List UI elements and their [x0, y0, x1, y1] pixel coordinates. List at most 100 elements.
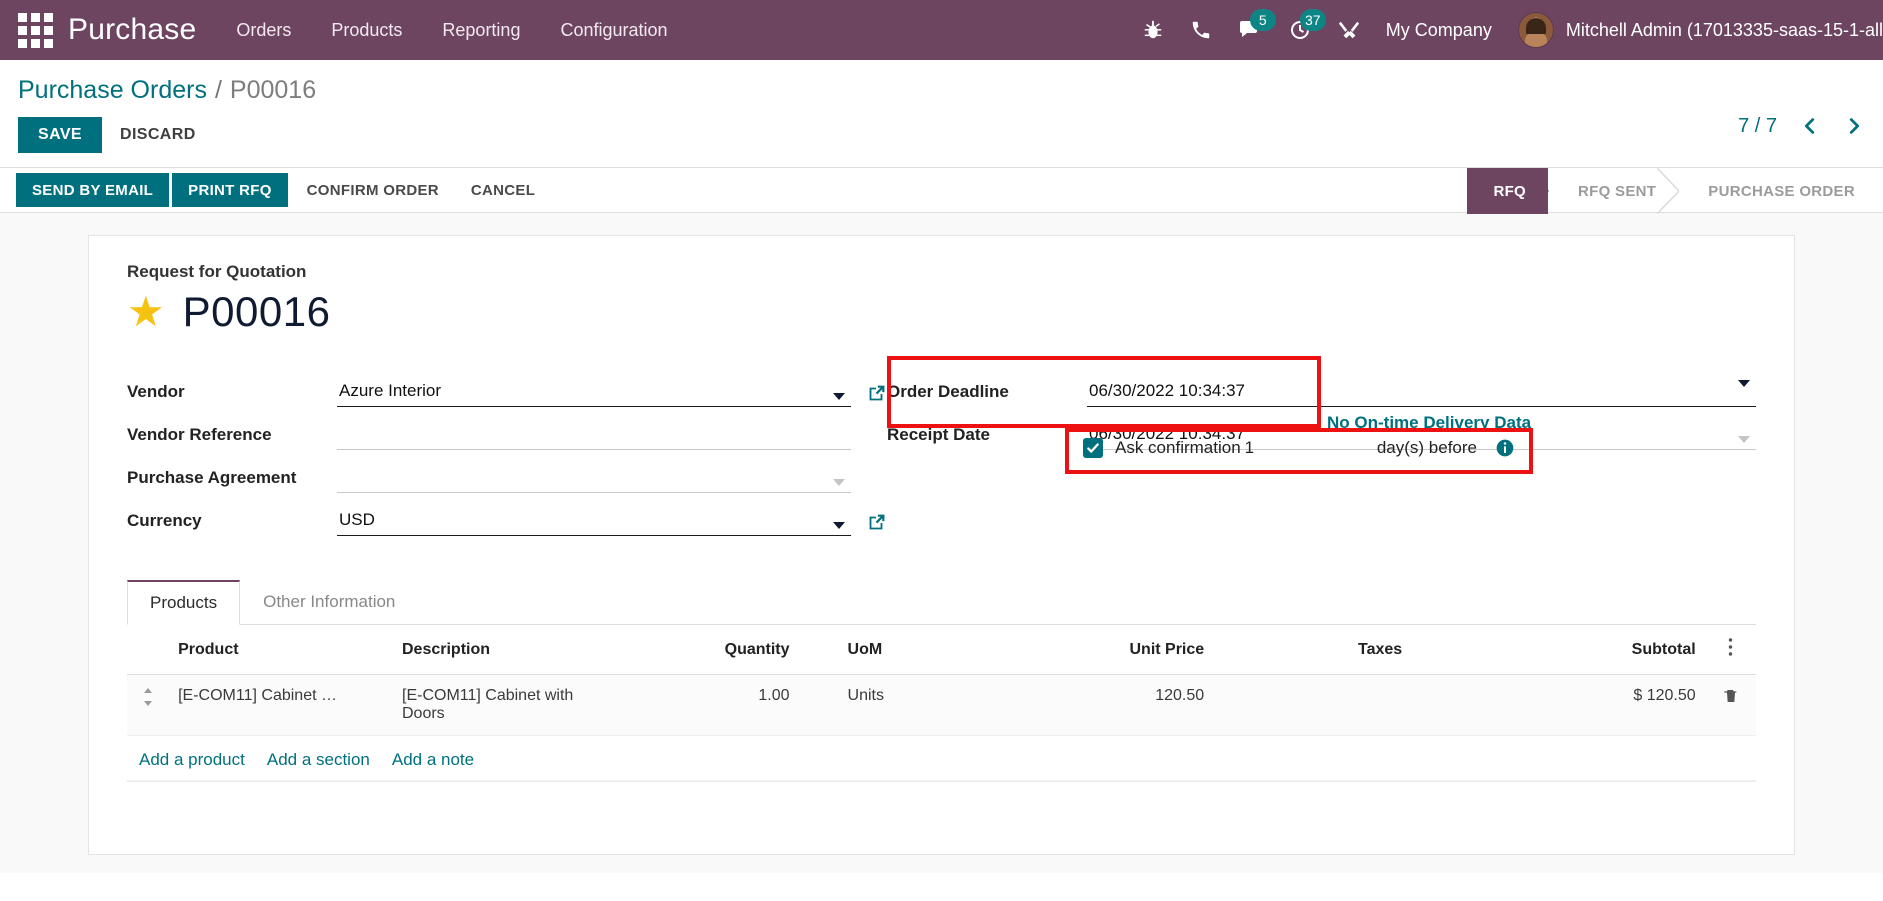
messages-icon[interactable]: 5	[1238, 9, 1276, 42]
favorite-star-icon[interactable]: ★	[127, 291, 165, 333]
stage-purchase-order[interactable]: PURCHASE ORDER	[1678, 168, 1883, 214]
chevron-right-icon[interactable]	[1843, 113, 1865, 139]
tools-icon[interactable]	[1338, 19, 1360, 41]
add-a-product-link[interactable]: Add a product	[139, 750, 245, 770]
on-time-delivery-status: No On-time Delivery Data	[1327, 413, 1532, 432]
control-panel: Purchase Orders / P00016 SAVE DISCARD 7 …	[0, 60, 1883, 167]
optional-columns-icon[interactable]	[1728, 637, 1733, 657]
order-lines-table: Product Description Quantity UoM Unit Pr…	[127, 625, 1756, 782]
chevron-left-icon[interactable]	[1799, 113, 1821, 139]
table-add-links-row: Add a product Add a section Add a note	[127, 735, 1756, 782]
breadcrumb: Purchase Orders / P00016	[16, 60, 1883, 111]
pager-count[interactable]: 7 / 7	[1738, 115, 1777, 138]
status-stages: RFQ RFQ SENT PURCHASE ORDER	[1467, 168, 1883, 214]
field-order-deadline: Order Deadline	[887, 366, 1756, 409]
vendor-reference-input[interactable]	[337, 421, 851, 450]
user-menu[interactable]: Mitchell Admin (17013335-saas-15-1-all	[1517, 12, 1883, 48]
menu-item-orders[interactable]: Orders	[236, 20, 291, 41]
add-a-note-link[interactable]: Add a note	[392, 750, 474, 770]
app-brand-purchase[interactable]: Purchase	[68, 13, 196, 47]
table-row[interactable]: [E-COM11] Cabinet … [E-COM11] Cabinet wi…	[127, 674, 1756, 736]
cancel-button[interactable]: CANCEL	[455, 173, 551, 207]
column-taxes[interactable]: Taxes	[1260, 625, 1501, 675]
field-purchase-agreement: Purchase Agreement	[127, 452, 887, 495]
stage-purchase-order-label: PURCHASE ORDER	[1708, 182, 1855, 200]
vendor-input[interactable]	[337, 378, 851, 407]
field-currency: Currency	[127, 495, 887, 538]
cell-delete	[1705, 674, 1756, 736]
navbar-right-tools: 5 37 My Company Mitchell Admin (17013335…	[1142, 0, 1883, 60]
ask-confirmation-checkbox[interactable]	[1083, 438, 1103, 458]
statusbar: SEND BY EMAIL PRINT RFQ CONFIRM ORDER CA…	[0, 167, 1883, 214]
column-description[interactable]: Description	[392, 625, 621, 675]
breadcrumb-current-record: P00016	[229, 76, 317, 104]
apps-grid-icon[interactable]	[12, 7, 58, 53]
stage-rfq[interactable]: RFQ	[1467, 168, 1550, 214]
order-deadline-input[interactable]	[1087, 378, 1756, 407]
order-lines-header: Product Description Quantity UoM Unit Pr…	[127, 625, 1756, 675]
stage-rfq-sent[interactable]: RFQ SENT	[1548, 168, 1680, 214]
confirm-order-button[interactable]: CONFIRM ORDER	[291, 173, 455, 207]
field-vendor-reference-control	[337, 421, 851, 452]
tab-other-information[interactable]: Other Information	[240, 580, 418, 625]
save-button[interactable]: SAVE	[18, 117, 102, 153]
column-subtotal[interactable]: Subtotal	[1500, 625, 1706, 675]
cell-uom[interactable]: Units	[837, 674, 1021, 736]
vendor-external-link-icon[interactable]	[865, 383, 887, 405]
column-unit-price[interactable]: Unit Price	[1020, 625, 1261, 675]
cell-subtotal: $ 120.50	[1500, 674, 1706, 736]
field-currency-label: Currency	[127, 511, 202, 530]
cell-taxes[interactable]	[1260, 674, 1501, 736]
stage-rfq-label: RFQ	[1493, 182, 1527, 200]
purchase-agreement-input[interactable]	[337, 464, 851, 493]
phone-icon[interactable]	[1190, 19, 1212, 41]
field-order-deadline-control	[1087, 378, 1756, 409]
order-lines-body: [E-COM11] Cabinet … [E-COM11] Cabinet wi…	[127, 674, 1756, 782]
top-navbar: Purchase Orders Products Reporting Confi…	[0, 0, 1883, 60]
currency-external-link-icon[interactable]	[865, 512, 887, 534]
currency-input[interactable]	[337, 507, 851, 536]
bug-icon[interactable]	[1142, 19, 1164, 41]
column-product[interactable]: Product	[168, 625, 392, 675]
tab-products[interactable]: Products	[127, 580, 241, 625]
avatar	[1517, 12, 1554, 48]
column-quantity[interactable]: Quantity	[620, 625, 838, 675]
field-purchase-agreement-control	[337, 464, 851, 495]
form-group-right: Order Deadline Receipt Date No On-time D…	[887, 356, 1756, 538]
chevron-down-icon[interactable]	[1738, 380, 1750, 387]
breadcrumb-purchase-orders[interactable]: Purchase Orders	[18, 76, 207, 105]
add-a-section-link[interactable]: Add a section	[267, 750, 370, 770]
field-ask-confirmation: Ask confirmation day(s) before	[1083, 438, 1515, 458]
send-by-email-button[interactable]: SEND BY EMAIL	[16, 173, 170, 207]
print-rfq-button[interactable]: PRINT RFQ	[172, 173, 288, 207]
record-actions: SAVE DISCARD 7 / 7	[16, 111, 1883, 167]
menu-item-products[interactable]: Products	[331, 20, 402, 41]
ask-confirmation-days-input[interactable]	[1244, 438, 1285, 458]
menu-item-configuration[interactable]: Configuration	[560, 20, 667, 41]
page-title: P00016	[182, 288, 331, 335]
messages-badge: 5	[1249, 9, 1276, 31]
sheet-background: Request for Quotation ★ P00016 Vendor Az…	[0, 213, 1883, 873]
table-header-row: Product Description Quantity UoM Unit Pr…	[127, 625, 1756, 675]
column-options	[1705, 625, 1756, 675]
activities-clock-icon[interactable]: 37	[1288, 9, 1326, 42]
form-group-left: Vendor Vendor Reference	[127, 366, 887, 538]
cell-description[interactable]: [E-COM11] Cabinet with Doors	[392, 674, 621, 736]
cell-product[interactable]: [E-COM11] Cabinet …	[168, 674, 392, 736]
pager: 7 / 7	[1738, 113, 1865, 139]
menu-item-reporting[interactable]: Reporting	[442, 20, 520, 41]
cell-unit-price[interactable]: 120.50	[1020, 674, 1261, 736]
info-icon[interactable]	[1495, 438, 1515, 458]
form-subtitle: Request for Quotation	[127, 262, 307, 281]
cell-quantity[interactable]: 1.00	[620, 674, 838, 736]
stage-arrow-icon	[1657, 168, 1680, 214]
trash-icon[interactable]	[1723, 687, 1739, 705]
field-currency-control	[337, 507, 851, 538]
company-switcher[interactable]: My Company	[1386, 20, 1492, 41]
row-drag-handle[interactable]	[127, 674, 169, 736]
column-uom[interactable]: UoM	[837, 625, 1021, 675]
discard-button[interactable]: DISCARD	[102, 117, 214, 153]
user-name: Mitchell Admin (17013335-saas-15-1-all	[1565, 19, 1883, 40]
ask-confirmation-unit: day(s) before	[1376, 438, 1477, 457]
field-purchase-agreement-label: Purchase Agreement	[127, 468, 297, 487]
